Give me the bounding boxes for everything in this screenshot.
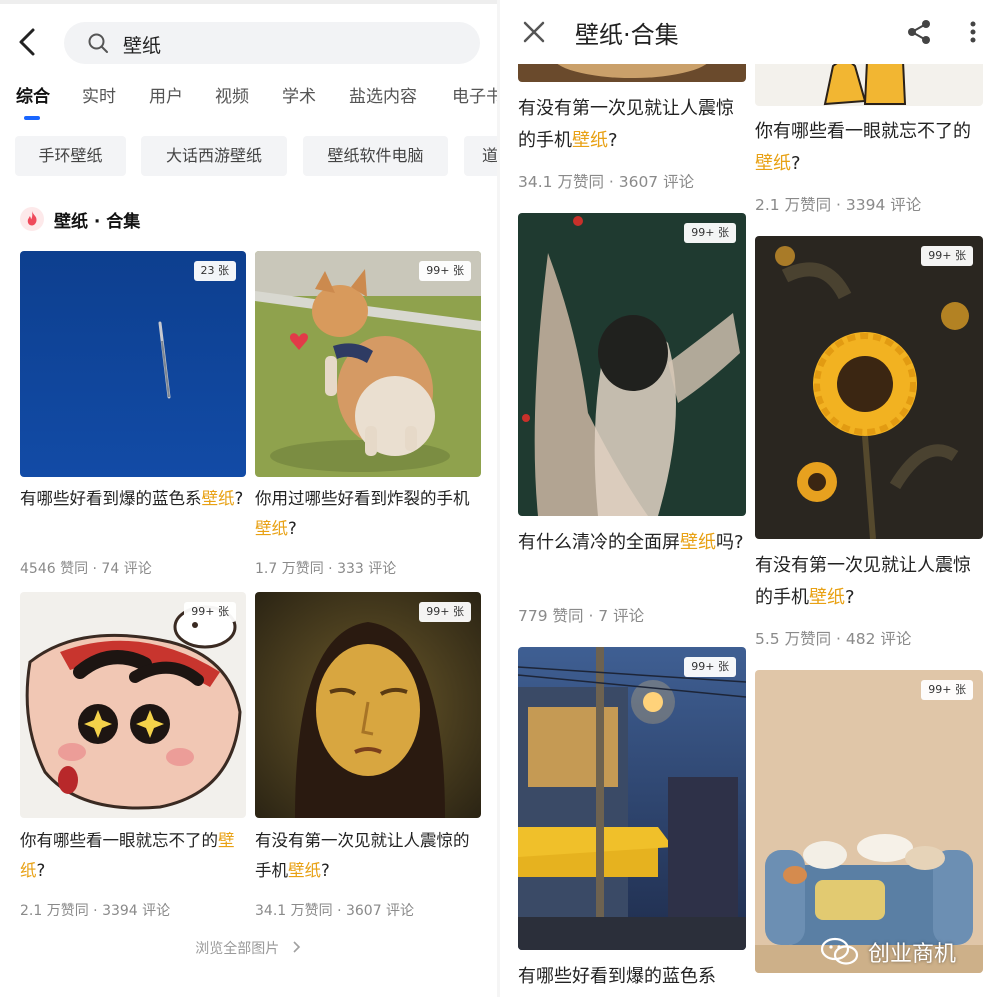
card-title-suffix: 吗? (716, 532, 744, 553)
card-image[interactable]: 99+ 张 (518, 647, 746, 950)
card-meta: 5.5 万赞同 · 482 评论 (755, 630, 912, 648)
card-title[interactable]: 你有哪些看一眼就忘不了的壁纸? (755, 116, 983, 180)
card-meta: 34.1 万赞同 · 3607 评论 (518, 173, 695, 191)
card-title[interactable]: 有没有第一次见就让人震惊的手机壁纸? (255, 826, 481, 886)
tab-academic[interactable]: 学术 (282, 82, 316, 107)
suggestion-chip[interactable]: 手环壁纸 (15, 136, 126, 176)
card-title-suffix: ? (36, 861, 46, 880)
watermark-text: 创业商机 (868, 942, 957, 967)
image-count-badge: 99+ 张 (921, 680, 973, 700)
image-count-badge: 99+ 张 (684, 657, 736, 677)
page-title: 壁纸·合集 (575, 21, 679, 49)
tab-salt-content[interactable]: 盐选内容 (349, 82, 417, 107)
image-count-badge: 23 张 (193, 261, 236, 281)
card-title[interactable]: 你用过哪些好看到炸裂的手机壁纸? (255, 484, 481, 544)
card-title-highlight: 壁纸 (255, 519, 288, 538)
image-count-badge: 99+ 张 (184, 602, 236, 622)
card-title-text: 有没有第一次见就让人震惊的手机 (518, 98, 734, 151)
image-count-badge: 99+ 张 (419, 261, 471, 281)
card-image[interactable]: 23 张 (20, 251, 246, 477)
card-title-suffix: ? (321, 861, 330, 880)
card-title-text: 你有哪些看一眼就忘不了的 (20, 831, 218, 850)
card-title[interactable]: 你有哪些看一眼就忘不了的壁纸? (20, 826, 246, 886)
back-arrow-icon[interactable] (14, 26, 42, 58)
card-title-suffix: ? (608, 130, 618, 151)
card-title-text: 你用过哪些好看到炸裂的手机 (255, 489, 470, 508)
card-title[interactable]: 有什么清冷的全面屏壁纸吗? (518, 527, 746, 559)
status-strip (0, 0, 497, 4)
tab-comprehensive[interactable]: 综合 (16, 82, 50, 107)
card-title[interactable]: 有哪些好看到爆的蓝色系壁纸? (20, 484, 246, 514)
card-image[interactable]: 99+ 张 (755, 670, 983, 973)
top-bar: 壁纸·合集 (500, 0, 1000, 64)
close-icon[interactable] (522, 20, 546, 44)
search-results-panel: 壁纸 综合 实时 用户 视频 学术 盐选内容 电子书 手环壁纸 大话西游壁纸 壁… (0, 0, 497, 997)
tab-bar: 综合 实时 用户 视频 学术 盐选内容 电子书 (0, 82, 497, 114)
card-image[interactable]: 99+ 张 (518, 213, 746, 516)
card-title[interactable]: 有哪些好看到爆的蓝色系 (518, 961, 746, 993)
card-image[interactable]: 99+ 张 (255, 592, 481, 818)
collection-panel: 壁纸·合集 有没有第一次见就让人震惊的手机壁纸? 34.1 万赞同 · 3607… (500, 0, 1000, 997)
search-icon (87, 32, 109, 54)
share-icon[interactable] (905, 18, 933, 46)
card-image[interactable]: 99+ 张 (755, 236, 983, 539)
search-query: 壁纸 (123, 35, 162, 57)
card-meta: 1.7 万赞同 · 333 评论 (255, 561, 397, 577)
card-meta: 4546 赞同 · 74 评论 (20, 561, 152, 577)
card-title[interactable]: 有没有第一次见就让人震惊的手机壁纸? (518, 93, 746, 157)
tab-users[interactable]: 用户 (149, 82, 183, 107)
image-count-badge: 99+ 张 (684, 223, 736, 243)
card-title-text: 有什么清冷的全面屏 (518, 532, 680, 553)
suggestion-chip[interactable]: 大话西游壁纸 (141, 136, 287, 176)
card-title[interactable]: 有没有第一次见就让人震惊的手机壁纸? (755, 550, 983, 614)
card-meta: 34.1 万赞同 · 3607 评论 (255, 903, 415, 919)
card-title-highlight: 壁纸 (755, 153, 791, 174)
wechat-icon (820, 936, 860, 968)
chevron-right-icon (292, 941, 302, 953)
card-image[interactable]: 99+ 张 (20, 592, 246, 818)
suggestion-chip[interactable]: 壁纸软件电脑 (303, 136, 448, 176)
image-count-badge: 99+ 张 (921, 246, 973, 266)
browse-all-label: 浏览全部图片 (195, 941, 280, 957)
card-title-highlight: 壁纸 (572, 130, 608, 151)
card-title-suffix: ? (791, 153, 801, 174)
card-title-text: 有哪些好看到爆的蓝色系 (20, 489, 202, 508)
tab-ebooks[interactable]: 电子书 (452, 82, 497, 107)
card-meta: 779 赞同 · 7 评论 (518, 607, 645, 625)
fire-icon (20, 207, 44, 231)
suggestion-chip[interactable]: 道 (464, 136, 497, 176)
card-title-suffix: ? (288, 519, 297, 538)
tab-realtime[interactable]: 实时 (82, 82, 116, 107)
image-count-badge: 99+ 张 (419, 602, 471, 622)
section-title: 壁纸 · 合集 (54, 212, 141, 232)
card-title-text: 有哪些好看到爆的蓝色系 (518, 966, 716, 987)
search-input[interactable]: 壁纸 (64, 22, 480, 64)
card-title-text: 你有哪些看一眼就忘不了的 (755, 121, 971, 142)
more-vert-icon[interactable] (966, 18, 980, 46)
card-title-suffix: ? (845, 587, 855, 608)
card-meta: 2.1 万赞同 · 3394 评论 (755, 196, 922, 214)
card-title-highlight: 壁纸 (680, 532, 716, 553)
card-title-highlight: 壁纸 (288, 861, 321, 880)
card-title-highlight: 壁纸 (201, 489, 235, 508)
card-title-suffix: ? (234, 489, 244, 508)
card-title-highlight: 壁纸 (809, 587, 845, 608)
card-image[interactable]: 99+ 张 (255, 251, 481, 477)
card-title-text: 有没有第一次见就让人震惊的手机 (755, 555, 971, 608)
active-tab-indicator (24, 116, 40, 120)
tab-videos[interactable]: 视频 (215, 82, 249, 107)
browse-all-link[interactable]: 浏览全部图片 (0, 938, 497, 958)
card-meta: 2.1 万赞同 · 3394 评论 (20, 903, 171, 919)
